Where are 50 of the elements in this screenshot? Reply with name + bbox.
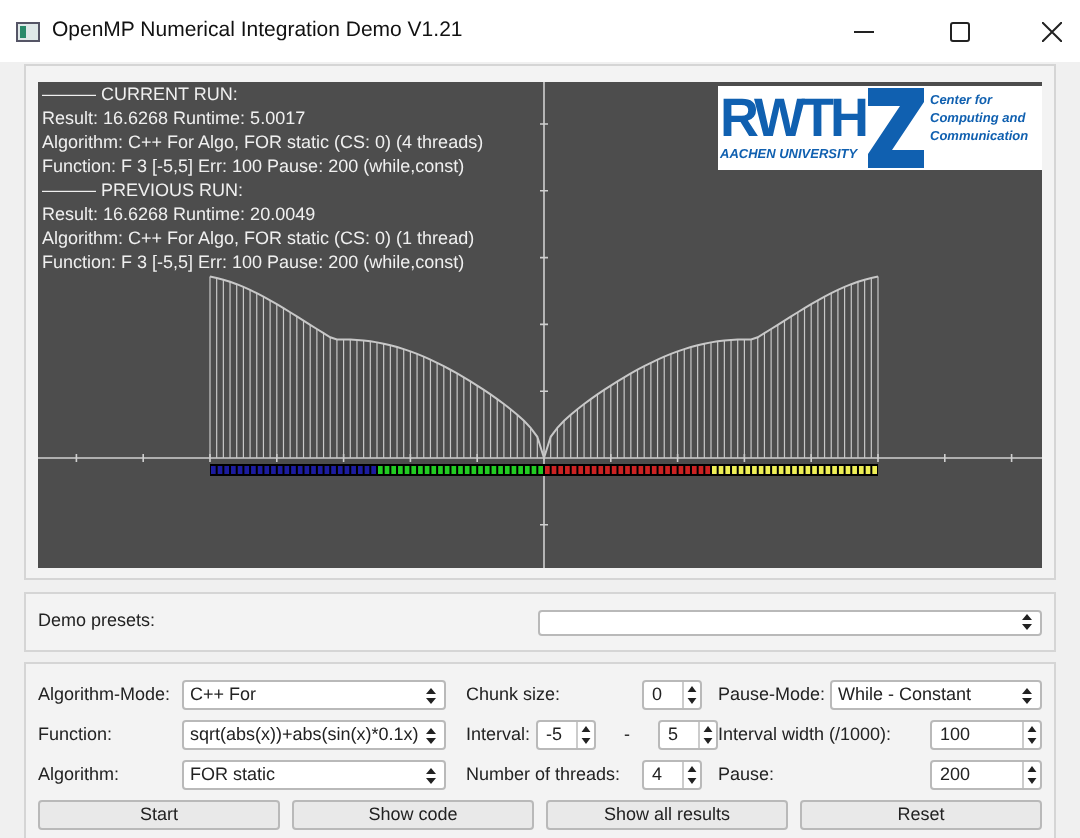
presets-label: Demo presets:	[38, 608, 156, 635]
field-label: Interval:	[466, 721, 531, 748]
run-info-line: ——— CURRENT RUN:	[42, 82, 238, 106]
spin-arrows-icon	[682, 682, 700, 708]
field-label: Chunk size:	[466, 683, 561, 704]
spin-arrows-icon	[1022, 762, 1040, 788]
field-label: Algorithm-Mode:	[38, 683, 171, 704]
field-label: Function:	[38, 723, 113, 744]
dropdown[interactable]: FOR static	[182, 760, 446, 790]
spin-arrows-icon	[1022, 722, 1040, 748]
app-icon	[16, 21, 40, 41]
field-label: Interval width (/1000):	[718, 721, 892, 748]
run-info-line: Function: F 3 [-5,5] Err: 100 Pause: 200 (while,const)	[42, 250, 465, 274]
field-label: Pause:	[718, 763, 775, 784]
maximize-icon[interactable]	[950, 21, 970, 41]
spin-box[interactable]: 0	[642, 680, 702, 710]
window-title: OpenMP Numerical Integration Demo V1.21	[52, 15, 463, 46]
spin-box[interactable]: 100	[930, 720, 1042, 750]
push-button[interactable]: Start	[38, 800, 280, 830]
run-info-line: Result: 16.6268 Runtime: 5.0017	[42, 106, 306, 130]
close-icon[interactable]	[1042, 21, 1062, 41]
push-button[interactable]: Show all results	[546, 800, 788, 830]
spin-box[interactable]: 4	[642, 760, 702, 790]
field-label: Number of threads:	[466, 763, 621, 784]
logo-mark-icon	[868, 88, 924, 168]
dropdown[interactable]: sqrt(abs(x))+abs(sin(x)*0.1x)	[182, 720, 446, 750]
spin-arrows-icon	[576, 722, 595, 748]
updown-caret-icon	[1022, 614, 1032, 630]
spin-arrows-icon	[697, 722, 716, 748]
run-info-line: ——— PREVIOUS RUN:	[42, 178, 244, 202]
updown-caret-icon	[426, 767, 436, 783]
field-label: Algorithm:	[38, 763, 120, 784]
spin-box[interactable]: 200	[930, 760, 1042, 790]
run-info-line: Result: 16.6268 Runtime: 20.0049	[42, 202, 316, 226]
updown-caret-icon	[426, 687, 436, 703]
push-button[interactable]: Show code	[292, 800, 534, 830]
run-info-line: Algorithm: C++ For Algo, FOR static (CS: 0) (1 thread)	[42, 226, 475, 250]
field-label: Pause-Mode:	[718, 683, 826, 704]
updown-caret-icon	[426, 727, 436, 743]
logo-wordmark: RWTH	[720, 90, 865, 146]
dropdown[interactable]: While - Constant	[830, 680, 1042, 710]
run-info-line: Function: F 3 [-5,5] Err: 100 Pause: 200 (while,const)	[42, 154, 465, 178]
interval-separator: -	[624, 721, 630, 748]
dropdown[interactable]: C++ For	[182, 680, 446, 710]
spin-box[interactable]: -5	[536, 720, 597, 750]
spin-arrows-icon	[682, 762, 700, 788]
spin-box[interactable]: 5	[657, 720, 718, 750]
updown-caret-icon	[1022, 687, 1032, 703]
push-button[interactable]: Reset	[800, 800, 1042, 830]
run-info-line: Algorithm: C++ For Algo, FOR static (CS: 0) (4 threads)	[42, 130, 484, 154]
